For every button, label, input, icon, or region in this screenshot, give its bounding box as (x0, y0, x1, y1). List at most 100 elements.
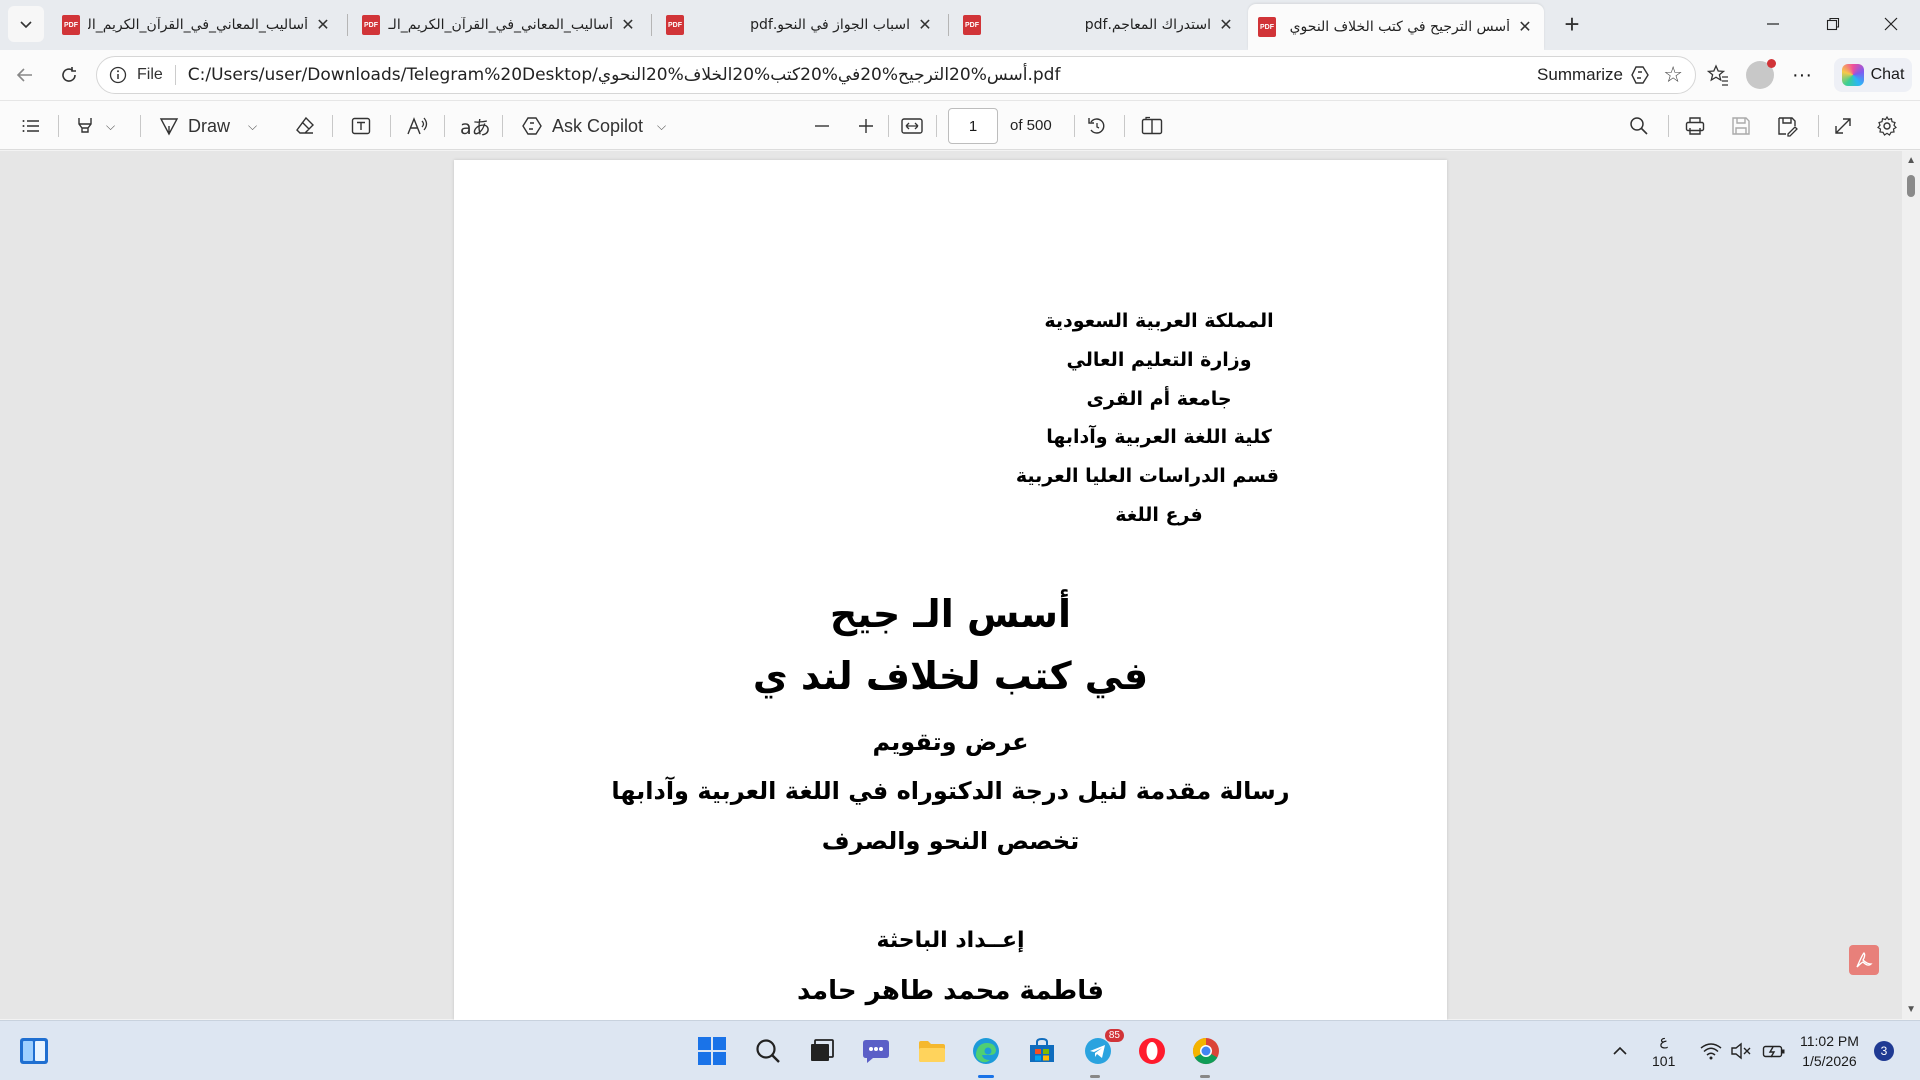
translate-button[interactable]: aあ (460, 110, 491, 142)
zoom-in-button[interactable] (856, 110, 876, 142)
toolbar-divider (332, 115, 333, 137)
favorites-button[interactable] (1700, 58, 1736, 92)
close-icon[interactable]: ✕ (916, 15, 934, 35)
tab-2[interactable]: PDF أساليب_المعاني_في_القرآن_الكريم_الـ … (352, 6, 647, 44)
windows-logo-icon (698, 1037, 726, 1065)
copilot-icon (1841, 64, 1864, 86)
profile-button[interactable] (1740, 58, 1780, 92)
summarize-button[interactable]: Summarize (1537, 64, 1651, 86)
url-text[interactable]: C:/Users/user/Downloads/Telegram%20Deskt… (188, 65, 1061, 85)
prepared-by-label: إعــداد الباحثة (876, 928, 1025, 953)
read-aloud-button[interactable] (406, 110, 430, 142)
language-code: 101 (1652, 1053, 1676, 1069)
ask-copilot-button[interactable]: Ask Copilot ⌵ (520, 110, 666, 142)
address-bar[interactable]: File C:/Users/user/Downloads/Telegram%20… (96, 56, 1696, 94)
author-name: فاطمة محمد طاهر حامد (797, 976, 1104, 1006)
open-app-indicator (1090, 1075, 1100, 1078)
find-button[interactable] (1628, 110, 1650, 142)
toolbar-divider (936, 115, 937, 137)
tab-3[interactable]: PDF اسباب الجواز في النحو.pdf ✕ (656, 6, 944, 44)
close-icon[interactable]: ✕ (1217, 15, 1235, 35)
page-number-input[interactable]: 1 (948, 108, 998, 144)
battery-status[interactable] (1762, 1021, 1788, 1080)
url-scheme: File (137, 66, 163, 83)
opera-button[interactable] (1136, 1035, 1168, 1067)
input-language-indicator[interactable]: ع 101 (1652, 1031, 1675, 1071)
restore-button[interactable] (1810, 0, 1856, 48)
more-dots-icon: ··· (1792, 63, 1812, 86)
rotate-button[interactable] (1086, 110, 1108, 142)
favorite-star-icon[interactable]: ☆ (1663, 62, 1683, 88)
page-count: of 500 (1010, 117, 1052, 134)
more-menu-button[interactable]: ··· (1782, 58, 1822, 92)
start-button[interactable] (696, 1035, 728, 1067)
copilot-chat-button[interactable]: Chat (1834, 58, 1912, 92)
chevron-up-icon (1613, 1046, 1627, 1055)
tab-actions-button[interactable] (8, 6, 44, 42)
refresh-button[interactable] (52, 58, 86, 92)
notification-badge[interactable]: 3 (1874, 1041, 1894, 1061)
document-title-line2: في كتب لخلاف لند ي (752, 654, 1149, 698)
edge-icon (973, 1038, 999, 1064)
acrobat-icon[interactable] (1849, 945, 1879, 975)
add-text-button[interactable] (350, 110, 372, 142)
fullscreen-button[interactable] (1832, 110, 1854, 142)
show-hidden-icons-button[interactable] (1612, 1021, 1636, 1080)
tab-divider (651, 14, 652, 36)
close-icon[interactable]: ✕ (619, 15, 637, 35)
tab-5-active[interactable]: PDF أسس الترجيح في كتب الخلاف النحوي ✕ (1248, 4, 1544, 50)
taskbar-search-button[interactable] (752, 1035, 784, 1067)
save-icon (1732, 117, 1750, 135)
toolbar-divider (502, 115, 503, 137)
save-button[interactable] (1730, 110, 1752, 142)
pdf-viewer[interactable]: المملكة العربية السعودية وزارة التعليم ا… (0, 151, 1920, 1020)
chrome-icon (1192, 1037, 1219, 1065)
gear-icon (1877, 115, 1897, 136)
volume-status[interactable] (1730, 1021, 1756, 1080)
draw-button[interactable]: Draw ⌵ (158, 110, 257, 142)
vertical-scrollbar[interactable]: ▲ ▼ (1902, 151, 1920, 1019)
microsoft-store-button[interactable] (1026, 1035, 1058, 1067)
tab-1[interactable]: PDF أساليب_المعاني_في_القرآن_الكريم_الـ … (52, 6, 342, 44)
wifi-status[interactable] (1700, 1021, 1726, 1080)
scroll-down-arrow-icon[interactable]: ▼ (1906, 1004, 1916, 1015)
new-tab-button[interactable]: + (1556, 8, 1588, 40)
chevron-down-icon[interactable]: ⌵ (657, 119, 666, 134)
tab-title: اسباب الجواز في النحو.pdf (750, 17, 910, 33)
task-view-icon (811, 1039, 834, 1061)
close-icon[interactable]: ✕ (314, 15, 332, 35)
tab-4[interactable]: PDF استدراك المعاجم.pdf ✕ (953, 6, 1245, 44)
close-window-button[interactable] (1868, 0, 1914, 48)
scroll-up-arrow-icon[interactable]: ▲ (1906, 155, 1916, 166)
system-clock[interactable]: 11:02 PM 1/5/2026 (1800, 1031, 1859, 1071)
chevron-down-icon[interactable]: ⌵ (106, 119, 115, 134)
contents-button[interactable] (20, 110, 42, 142)
widgets-button[interactable] (18, 1035, 50, 1067)
settings-button[interactable] (1876, 110, 1898, 142)
print-button[interactable] (1684, 110, 1706, 142)
minimize-button[interactable] (1750, 0, 1796, 48)
file-explorer-button[interactable] (916, 1035, 948, 1067)
save-as-button[interactable] (1776, 110, 1798, 142)
teams-chat-button[interactable] (860, 1035, 892, 1067)
search-icon (756, 1039, 780, 1063)
edge-browser-button[interactable] (970, 1035, 1002, 1067)
back-button[interactable] (8, 58, 42, 92)
eraser-icon (296, 116, 314, 134)
fit-width-button[interactable] (900, 110, 924, 142)
scrollbar-thumb[interactable] (1907, 175, 1915, 197)
minus-icon (815, 125, 829, 127)
close-icon[interactable]: ✕ (1516, 17, 1534, 37)
document-title-line1: أسس الـ جيح (829, 592, 1072, 636)
chevron-down-icon[interactable]: ⌵ (248, 119, 257, 134)
task-view-button[interactable] (806, 1035, 838, 1067)
pdf-toolbar: ⌵ Draw ⌵ aあ Ask Copilot ⌵ 1 of 500 (0, 100, 1920, 150)
highlight-button[interactable]: ⌵ (74, 110, 115, 142)
chrome-button[interactable] (1190, 1035, 1222, 1067)
active-app-indicator (978, 1075, 994, 1078)
zoom-out-button[interactable] (812, 110, 832, 142)
erase-button[interactable] (294, 110, 316, 142)
page-view-button[interactable] (1140, 110, 1164, 142)
info-icon[interactable] (107, 64, 129, 86)
telegram-button[interactable]: 85 (1082, 1029, 1124, 1067)
